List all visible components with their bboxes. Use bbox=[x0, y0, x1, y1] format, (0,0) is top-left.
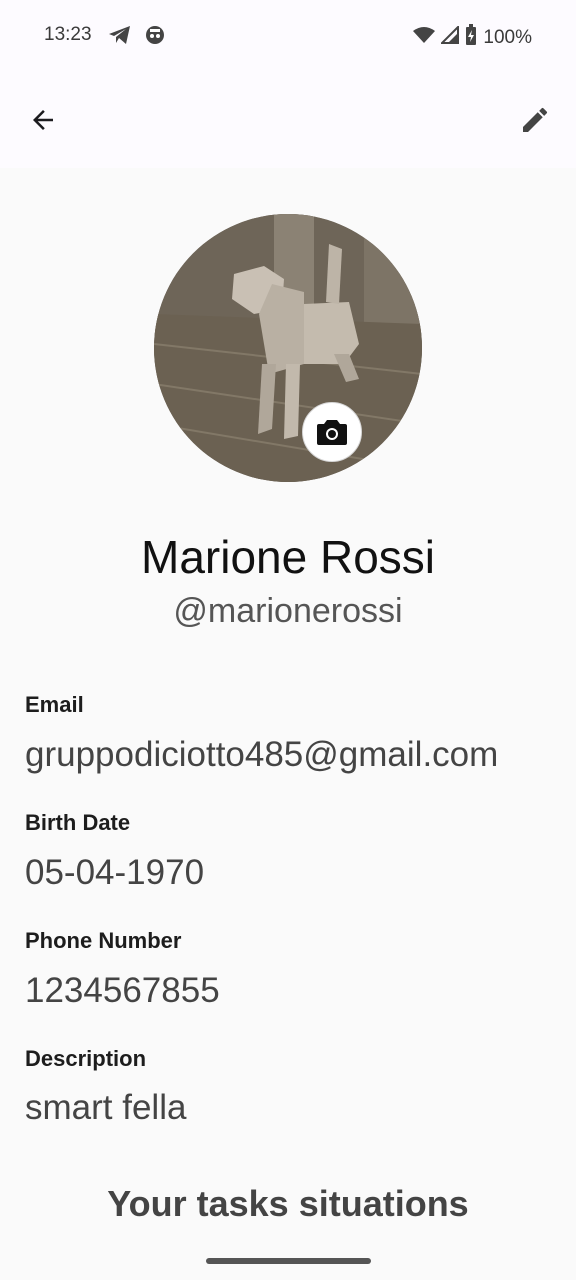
top-app-bar bbox=[0, 70, 576, 168]
phone-number-label: Phone Number bbox=[25, 928, 182, 953]
gesture-navigation-handle[interactable] bbox=[206, 1258, 371, 1264]
dog-photo bbox=[154, 214, 422, 482]
description-label: Description bbox=[25, 1046, 147, 1071]
description-value: smart fella bbox=[25, 1088, 187, 1127]
email-value: gruppodiciotto485@gmail.com bbox=[25, 735, 499, 774]
tasks-heading: Your tasks situations bbox=[107, 1183, 469, 1224]
profile-name: Marione Rossi bbox=[141, 531, 435, 583]
email-label: Email bbox=[25, 692, 84, 717]
birth-date-value: 05-04-1970 bbox=[25, 853, 205, 892]
edit-profile-button[interactable] bbox=[514, 99, 556, 141]
camera-icon bbox=[317, 420, 347, 445]
telegram-icon bbox=[108, 24, 132, 51]
status-time: 13:23 bbox=[44, 24, 92, 45]
system-status-icons: 100% bbox=[413, 24, 532, 51]
wifi-icon bbox=[413, 26, 436, 49]
status-bar: 13:23 100% bbox=[0, 0, 576, 70]
robot-notification-icon bbox=[144, 24, 166, 51]
birth-date-label: Birth Date bbox=[25, 810, 131, 835]
arrow-back-icon bbox=[33, 110, 53, 130]
profile-handle: @marionerossi bbox=[173, 592, 403, 630]
back-button[interactable] bbox=[22, 99, 64, 141]
battery-charging-icon bbox=[465, 24, 477, 51]
signal-icon bbox=[439, 24, 460, 49]
notification-icons bbox=[108, 24, 166, 51]
profile-avatar[interactable] bbox=[154, 214, 422, 482]
edit-pencil-icon bbox=[523, 107, 548, 132]
change-photo-button[interactable] bbox=[302, 402, 362, 462]
battery-percentage: 100% bbox=[483, 26, 532, 48]
phone-number-value: 1234567855 bbox=[25, 971, 220, 1010]
